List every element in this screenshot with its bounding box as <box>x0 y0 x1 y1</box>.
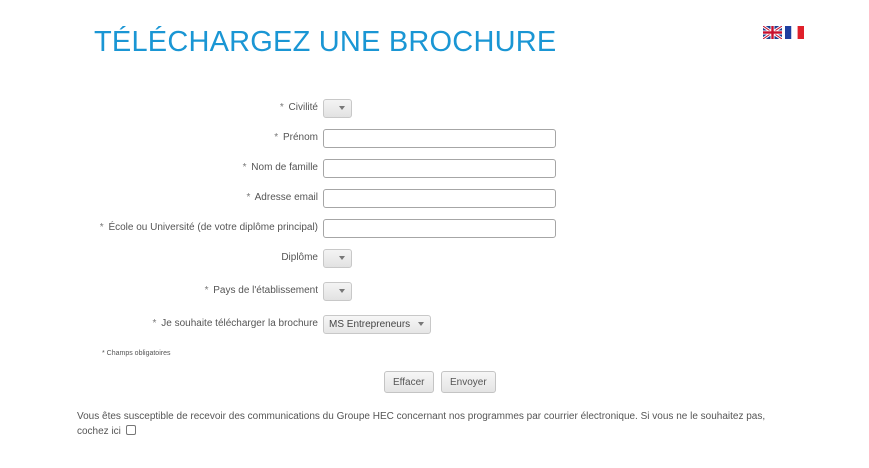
brochure-selected-value: MS Entrepreneurs <box>329 318 411 330</box>
required-note: * Champs obligatoires <box>102 350 171 357</box>
reset-button[interactable]: Effacer <box>384 371 434 393</box>
page-title: TÉLÉCHARGEZ UNE BROCHURE <box>94 26 557 58</box>
france-flag-icon[interactable] <box>785 26 804 39</box>
diplome-select[interactable] <box>323 248 352 268</box>
consent-checkbox[interactable] <box>125 425 136 435</box>
nom-label: * Nom de famille <box>242 162 318 173</box>
language-switcher <box>763 26 804 39</box>
brochure-row: * Je souhaite télécharger la brochure MS… <box>0 314 869 334</box>
brochure-select[interactable]: MS Entrepreneurs <box>323 314 431 334</box>
pays-select[interactable] <box>323 281 352 301</box>
ecole-input[interactable] <box>323 218 556 238</box>
consent-label: Vous êtes susceptible de recevoir des co… <box>77 411 766 437</box>
email-row: * Adresse email <box>0 188 869 208</box>
civilite-label: * Civilité <box>279 102 318 113</box>
pays-row: * Pays de l'établissement <box>0 281 869 301</box>
nom-input[interactable] <box>323 158 556 178</box>
diplome-label: Diplôme <box>281 252 318 263</box>
diplome-row: Diplôme <box>0 248 869 268</box>
prenom-input[interactable] <box>323 128 556 148</box>
brochure-label: * Je souhaite télécharger la brochure <box>152 318 318 329</box>
submit-button[interactable]: Envoyer <box>441 371 496 393</box>
chevron-down-icon <box>339 256 345 260</box>
email-input[interactable] <box>323 188 556 208</box>
chevron-down-icon <box>339 106 345 110</box>
nom-row: * Nom de famille <box>0 158 869 178</box>
chevron-down-icon <box>418 322 424 326</box>
ecole-row: * École ou Université (de votre diplôme … <box>0 218 869 238</box>
prenom-row: * Prénom <box>0 128 869 148</box>
ecole-label: * École ou Université (de votre diplôme … <box>99 222 318 233</box>
pays-label: * Pays de l'établissement <box>204 285 318 296</box>
consent-text: Vous êtes susceptible de recevoir des co… <box>77 409 797 439</box>
email-label: * Adresse email <box>246 192 319 203</box>
uk-flag-icon[interactable] <box>763 26 782 39</box>
civilite-select[interactable] <box>323 98 352 118</box>
prenom-label: * Prénom <box>274 132 318 143</box>
civilite-row: * Civilité <box>0 98 869 118</box>
chevron-down-icon <box>339 289 345 293</box>
